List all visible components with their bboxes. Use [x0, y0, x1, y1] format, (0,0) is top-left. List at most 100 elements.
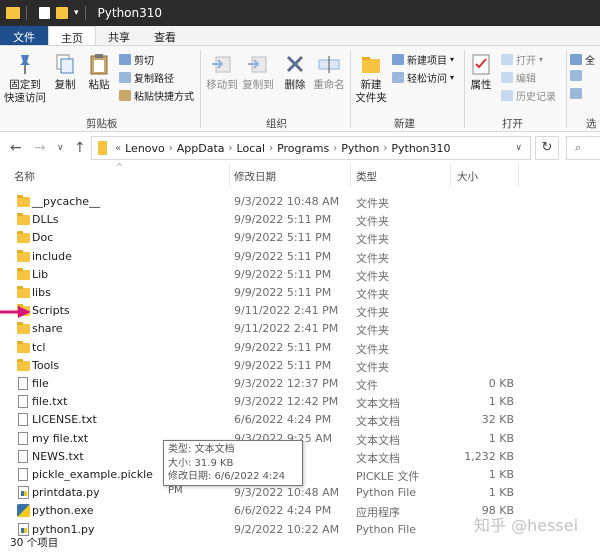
cut-label: 剪切	[134, 56, 154, 67]
divider[interactable]	[518, 164, 519, 186]
file-row[interactable]: include 9/9/2022 5:11 PM 文件夹	[0, 248, 600, 266]
invert-selection-button[interactable]	[570, 88, 582, 99]
file-name: Scripts	[32, 304, 70, 318]
file-date: 9/9/2022 5:11 PM	[234, 267, 332, 281]
breadcrumb-programs[interactable]: Programs	[277, 142, 329, 155]
rename-button[interactable]: 重命名	[312, 52, 346, 92]
divider[interactable]	[350, 164, 351, 186]
file-row[interactable]: Lib 9/9/2022 5:11 PM 文件夹	[0, 266, 600, 284]
tab-share[interactable]: 共享	[96, 26, 142, 45]
overflow-crumb[interactable]: «	[115, 143, 121, 154]
chevron-right-icon[interactable]: ›	[333, 143, 337, 154]
breadcrumb-appdata[interactable]: AppData	[177, 142, 225, 155]
breadcrumb-python310[interactable]: Python310	[391, 142, 450, 155]
file-row[interactable]: LICENSE.txt 6/6/2022 4:24 PM 文本文档 32 KB	[0, 411, 600, 429]
move-to-button[interactable]: 移动到	[204, 52, 240, 92]
chevron-down-icon: ▾	[539, 55, 544, 64]
address-bar[interactable]: « Lenovo › AppData › Local › Programs › Pyth…	[91, 136, 531, 160]
history-icon	[501, 90, 513, 101]
python-file-icon	[18, 486, 29, 500]
item-count: 30 个项目	[10, 537, 59, 549]
paste-button[interactable]: 粘贴	[84, 52, 114, 92]
scissors-icon	[119, 54, 131, 65]
file-icon	[18, 431, 28, 445]
properties-button[interactable]: 属性	[466, 52, 496, 92]
breadcrumb-local[interactable]: Local	[237, 142, 266, 155]
pin-quick-access-button[interactable]: 固定到 快速访问	[4, 52, 46, 105]
new-folder-button[interactable]: 新建 文件夹	[353, 52, 389, 105]
file-size: 1 KB	[488, 468, 514, 481]
file-name: tcl	[32, 340, 46, 354]
file-row[interactable]: __pycache__ 9/3/2022 10:48 AM 文件夹	[0, 193, 600, 211]
refresh-icon[interactable]: ↻	[535, 136, 559, 160]
chevron-right-icon[interactable]: ›	[169, 143, 173, 154]
address-dropdown-icon[interactable]: ∨	[515, 143, 522, 153]
file-name: LICENSE.txt	[32, 413, 97, 427]
history-button[interactable]: 历史记录	[501, 88, 556, 103]
cut-button[interactable]: 剪切	[119, 52, 154, 67]
new-item-button[interactable]: 新建项目 ▾	[392, 52, 454, 67]
delete-button[interactable]: 删除	[280, 52, 310, 92]
file-row[interactable]: file 9/3/2022 12:37 PM 文件 0 KB	[0, 375, 600, 393]
new-folder-icon[interactable]	[56, 7, 68, 19]
quick-access-dropdown-icon[interactable]: ▾	[74, 8, 79, 18]
file-row[interactable]: share 9/11/2022 2:41 PM 文件夹	[0, 320, 600, 338]
copy-path-icon	[119, 72, 131, 83]
open-button[interactable]: 打开 ▾	[501, 52, 543, 67]
column-header-date[interactable]: 修改日期	[234, 169, 276, 184]
group-new: 新建	[394, 118, 415, 130]
tab-home[interactable]: 主页	[48, 26, 96, 45]
file-type: 文件夹	[356, 360, 389, 374]
file-type: 文件夹	[356, 269, 389, 283]
tab-view[interactable]: 查看	[142, 26, 188, 45]
folder-icon	[17, 249, 30, 262]
select-none-button[interactable]	[570, 70, 582, 81]
paste-shortcut-button[interactable]: 粘贴快捷方式	[119, 88, 194, 103]
delete-icon	[283, 52, 307, 76]
file-type: 文件夹	[356, 233, 389, 247]
breadcrumb-lenovo[interactable]: Lenovo	[125, 142, 165, 155]
column-header-name[interactable]: 名称	[14, 169, 35, 184]
up-arrow-icon[interactable]: ↑	[74, 140, 86, 156]
forward-arrow-icon[interactable]: →	[34, 140, 46, 156]
edit-button[interactable]: 编辑	[501, 70, 536, 85]
breadcrumb-python[interactable]: Python	[341, 142, 379, 155]
file-row[interactable]: tcl 9/9/2022 5:11 PM 文件夹	[0, 339, 600, 357]
paste-label: 粘贴	[88, 79, 110, 91]
move-to-icon	[210, 52, 234, 76]
copy-to-button[interactable]: 复制到	[240, 52, 276, 92]
properties-icon[interactable]	[39, 7, 50, 19]
file-row[interactable]: Doc 9/9/2022 5:11 PM 文件夹	[0, 229, 600, 247]
back-arrow-icon[interactable]: ←	[10, 140, 22, 156]
select-all-button[interactable]: 全	[570, 52, 595, 67]
file-date: 9/9/2022 5:11 PM	[234, 249, 332, 263]
tab-file[interactable]: 文件	[0, 26, 48, 45]
file-row[interactable]: libs 9/9/2022 5:11 PM 文件夹	[0, 284, 600, 302]
file-row[interactable]: Tools 9/9/2022 5:11 PM 文件夹	[0, 357, 600, 375]
copy-path-button[interactable]: 复制路径	[119, 70, 174, 85]
divider[interactable]	[229, 164, 230, 186]
chevron-right-icon[interactable]: ›	[383, 143, 387, 154]
easy-access-button[interactable]: 轻松访问 ▾	[392, 70, 454, 85]
file-row[interactable]: file.txt 9/3/2022 12:42 PM 文本文档 1 KB	[0, 393, 600, 411]
file-type: 文件夹	[356, 324, 389, 338]
copy-button[interactable]: 复制	[50, 52, 80, 92]
chevron-down-icon[interactable]: ∨	[57, 143, 64, 153]
search-input[interactable]: ⌕	[566, 136, 600, 160]
file-date: 9/3/2022 12:42 PM	[234, 395, 339, 409]
chevron-right-icon[interactable]: ›	[229, 143, 233, 154]
file-row[interactable]: printdata.py 9/3/2022 10:48 AM Python File…	[0, 484, 600, 502]
chevron-right-icon[interactable]: ›	[269, 143, 273, 154]
file-name: include	[32, 249, 72, 263]
file-type: 文本文档	[356, 397, 400, 411]
file-row[interactable]: Scripts 9/11/2022 2:41 PM 文件夹	[0, 302, 600, 320]
divider[interactable]	[450, 164, 451, 186]
file-name: share	[32, 322, 63, 336]
file-row[interactable]: DLLs 9/9/2022 5:11 PM 文件夹	[0, 211, 600, 229]
column-header-size[interactable]: 大小	[457, 169, 478, 184]
file-date: 9/9/2022 5:11 PM	[234, 340, 332, 354]
group-select: 选	[586, 118, 597, 130]
column-header-type[interactable]: 类型	[356, 169, 377, 184]
properties-label: 属性	[470, 79, 492, 91]
folder-icon	[98, 141, 107, 155]
